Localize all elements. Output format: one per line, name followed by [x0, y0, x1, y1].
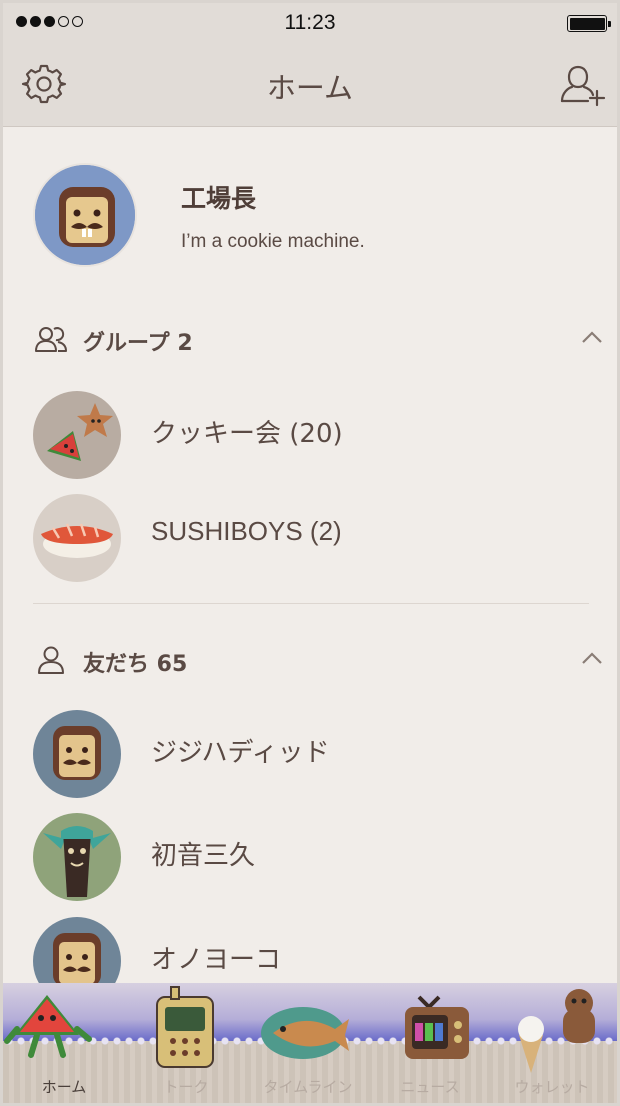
groups-section-header[interactable]: グループ 2: [3, 319, 617, 359]
tab-timeline[interactable]: タイムライン: [247, 983, 369, 1103]
friend-row[interactable]: ジジハディッド: [3, 706, 617, 802]
group-row-cookie[interactable]: クッキー会 (20): [3, 387, 617, 483]
friend-avatar: [33, 813, 121, 901]
friends-section-header[interactable]: 友だち 65: [3, 640, 617, 680]
watermelon-home-icon: [4, 995, 92, 1058]
add-friend-icon[interactable]: [559, 61, 606, 107]
group-icon: [35, 323, 67, 355]
tab-home[interactable]: ホーム: [3, 983, 125, 1103]
group-row-sushiboys[interactable]: SUSHIBOYS (2): [3, 490, 617, 586]
icecream-wallet-icon: [518, 989, 595, 1073]
tab-wallet[interactable]: ウォレット: [491, 983, 613, 1103]
group-name: SUSHIBOYS (2): [151, 516, 342, 546]
profile-status-message: I’m a cookie machine.: [181, 231, 365, 252]
tab-label: ウォレット: [514, 1078, 590, 1096]
tab-talk[interactable]: トーク: [125, 983, 247, 1103]
status-bar: 11:23: [3, 3, 617, 43]
tab-bar: ホーム トーク タイムライン ニュース ウォレット: [3, 983, 617, 1103]
phone-screen: 11:23 ホーム 工場長 I’m a cookie machine. グループ…: [3, 3, 617, 1103]
profile-avatar[interactable]: [33, 163, 137, 267]
battery-icon: [567, 15, 611, 32]
fish-timeline-icon: [261, 1007, 349, 1059]
group-avatar: [33, 391, 121, 479]
section-divider: [33, 603, 589, 604]
page-title: ホーム: [266, 71, 354, 105]
status-time: 11:23: [284, 11, 336, 34]
profile-name: 工場長: [181, 184, 257, 213]
friends-section-title: 友だち 65: [83, 652, 188, 677]
tab-label: ホーム: [41, 1078, 87, 1096]
phone-talk-icon: [156, 986, 214, 1068]
tab-label: ニュース: [400, 1078, 460, 1096]
friend-row[interactable]: 初音三久: [3, 809, 617, 905]
friend-name: オノヨーコ: [151, 945, 282, 975]
groups-section-title: グループ 2: [83, 331, 193, 356]
group-avatar: [33, 494, 121, 582]
chevron-up-icon[interactable]: [581, 329, 603, 343]
friend-avatar: [33, 710, 121, 798]
tab-news[interactable]: ニュース: [369, 983, 491, 1103]
chevron-up-icon[interactable]: [581, 650, 603, 664]
tab-label: トーク: [163, 1078, 209, 1096]
my-profile[interactable]: 工場長 I’m a cookie machine.: [3, 127, 617, 307]
friend-name: ジジハディッド: [151, 738, 330, 768]
tab-label: タイムライン: [263, 1078, 353, 1096]
tv-news-icon: [405, 995, 469, 1059]
group-name: クッキー会 (20): [151, 419, 343, 449]
friend-name: 初音三久: [151, 841, 256, 871]
navigation-bar: ホーム: [3, 43, 617, 127]
friend-icon: [35, 644, 67, 676]
